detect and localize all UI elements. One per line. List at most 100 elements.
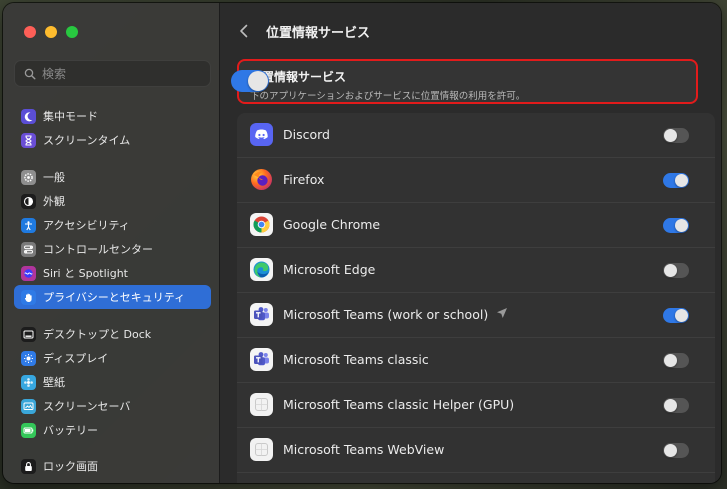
app-name: Discord [283,127,330,142]
lock-icon [21,458,36,474]
app-row: Microsoft Teams classic [237,338,715,383]
sidebar-item[interactable]: バッテリー [14,418,211,442]
app-location-toggle[interactable] [663,443,689,458]
main-pane: 位置情報サービス 位置情報サービス 下のアプリケーションおよびサービスに位置情報… [220,3,721,483]
app-name: Firefox [283,172,325,187]
app-row-label: Microsoft Teams (work or school) [283,307,508,322]
app-row: Microsoft Teams WebView [237,428,715,473]
sidebar-group: ロック画面 [14,454,211,478]
app-location-toggle[interactable] [663,398,689,413]
sidebar-item-label: 集中モード [43,110,98,123]
sidebar-item-label: デスクトップと Dock [43,328,152,341]
app-list: Discord Firefox Google Chrome Microsoft Edg… [237,113,715,483]
sidebar-group: 集中モードスクリーンタイム [14,104,211,152]
app-row: Google Chrome [237,203,715,248]
firefox-icon [250,168,273,191]
app-row: Microsoft Teams classic Helper (GPU) [237,383,715,428]
app-row-label: Google Chrome [283,217,380,232]
app-name: Microsoft Teams WebView [283,442,445,457]
app-row: Firefox [237,158,715,203]
search-box[interactable] [14,60,211,87]
sidebar-item[interactable]: アクセシビリティ [14,213,211,237]
gear-icon [21,169,36,185]
toggle-knob [675,309,688,322]
appearance-icon [21,193,36,209]
sidebar-item-label: ロック画面 [43,460,98,473]
siri-icon [21,265,36,281]
sidebar: 集中モードスクリーンタイム一般外観アクセシビリティコントロールセンター Siri … [3,3,220,483]
search-input[interactable] [42,66,192,81]
location-services-toggle[interactable] [231,70,269,92]
hand-icon [21,289,36,305]
sidebar-item-label: ディスプレイ [43,352,109,365]
toggle-knob [664,129,677,142]
app-row-label: Microsoft Teams classic [283,352,429,367]
location-services-master-row: 位置情報サービス 下のアプリケーションおよびサービスに位置情報の利用を許可。 [231,59,698,104]
sidebar-item[interactable]: Siri と Spotlight [14,261,211,285]
moon-icon [21,108,36,124]
dock-icon [21,326,36,342]
app-row: Microsoft Edge [237,248,715,293]
app-name: Google Chrome [283,217,381,232]
discord-icon [250,123,273,146]
sidebar-item-label: 外観 [43,195,65,208]
app-location-toggle[interactable] [663,263,689,278]
page-header: 位置情報サービス [220,3,721,59]
master-row-subtitle: 下のアプリケーションおよびサービスに位置情報の利用を許可。 [250,91,526,102]
maximize-window-button[interactable] [66,26,78,38]
sidebar-item[interactable]: 外観 [14,189,211,213]
sidebar-item-label: Siri と Spotlight [43,267,128,280]
app-location-toggle[interactable] [663,308,689,323]
toggle-knob [664,444,677,457]
app-location-toggle[interactable] [663,173,689,188]
sidebar-item[interactable]: プライバシーとセキュリティ [14,285,211,309]
toggle-knob [675,219,688,232]
battery-icon [21,422,36,438]
sidebar-item[interactable]: 一般 [14,165,211,189]
app-row: Microsoft Teams (work or school) [237,293,715,338]
accessibility-icon [21,217,36,233]
teams-icon [250,348,273,371]
location-arrow-icon [496,307,508,322]
sidebar-group: 一般外観アクセシビリティ コントロールセンター Siri と Spotlight プラ… [14,165,211,309]
generic-app-icon [250,393,273,416]
chrome-icon [250,213,273,236]
wallpaper-icon [21,374,36,390]
sidebar-item-label: 壁紙 [43,376,65,389]
settings-window: 集中モードスクリーンタイム一般外観アクセシビリティコントロールセンター Siri … [3,3,721,483]
teams-icon [250,303,273,326]
close-window-button[interactable] [24,26,36,38]
sidebar-item-label: スクリーンタイム [43,134,131,147]
app-row: Discord [237,113,715,158]
sidebar-item[interactable]: 壁紙 [14,370,211,394]
toggle-knob [664,399,677,412]
sun-icon [21,350,36,366]
sidebar-item[interactable]: コントロールセンター [14,237,211,261]
sidebar-item-label: 一般 [43,171,65,184]
sidebar-item-label: プライバシーとセキュリティ [43,291,186,304]
app-name: Microsoft Teams (work or school) [283,307,489,322]
app-name: Microsoft Teams classic [283,352,429,367]
app-location-toggle[interactable] [663,353,689,368]
sidebar-item[interactable]: スクリーンタイム [14,128,211,152]
sidebar-item-label: バッテリー [43,424,98,437]
minimize-window-button[interactable] [45,26,57,38]
sidebar-group: デスクトップと Dock ディスプレイ 壁紙スクリーンセーババッテリー [14,322,211,442]
sidebar-item[interactable]: 集中モード [14,104,211,128]
page-title: 位置情報サービス [266,25,371,41]
app-row-label: Firefox [283,172,324,187]
sidebar-item[interactable]: デスクトップと Dock [14,322,211,346]
sidebar-item[interactable]: ロック画面 [14,454,211,478]
sidebar-item[interactable]: スクリーンセーバ [14,394,211,418]
toggle-knob [664,354,677,367]
screensaver-icon [21,398,36,414]
toggle-knob [675,174,688,187]
toggle-knob [664,264,677,277]
back-button[interactable] [236,24,250,38]
app-name: Microsoft Edge [283,262,376,277]
app-location-toggle[interactable] [663,218,689,233]
app-location-toggle[interactable] [663,128,689,143]
sidebar-item[interactable]: ディスプレイ [14,346,211,370]
control-center-icon [21,241,36,257]
generic-app-icon [250,438,273,461]
